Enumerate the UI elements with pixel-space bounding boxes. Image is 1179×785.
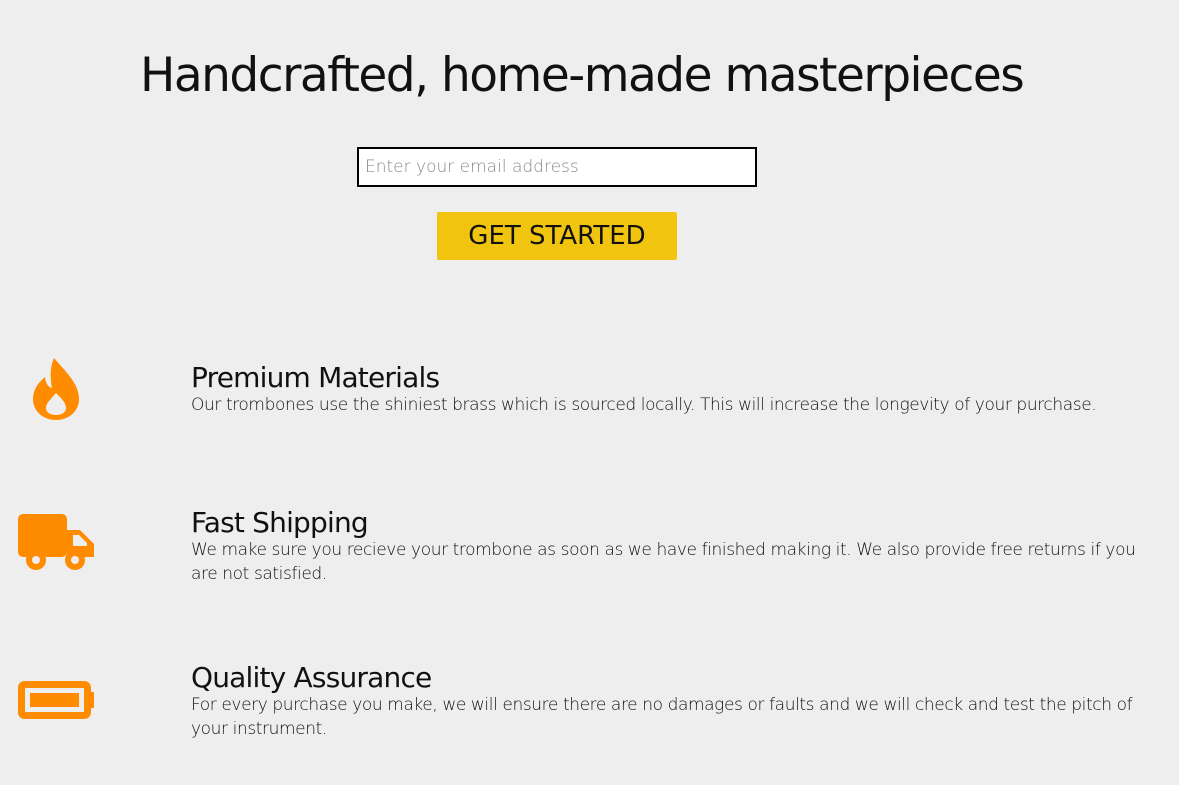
feature-description: Our trombones use the shiniest brass whi…: [191, 395, 1097, 415]
truck-icon: [17, 511, 95, 575]
feature-text: Fast Shipping We make sure you recieve y…: [191, 508, 1163, 586]
email-field[interactable]: [357, 147, 757, 187]
feature-text: Quality Assurance For every purchase you…: [191, 663, 1163, 741]
feature-title: Premium Materials: [191, 361, 440, 394]
feature-text: Premium Materials Our trombones use the …: [191, 363, 1163, 417]
feature-title: Quality Assurance: [191, 661, 432, 694]
feature-description: For every purchase you make, we will ens…: [191, 695, 1133, 739]
feature-description: We make sure you recieve your trombone a…: [191, 540, 1136, 584]
get-started-button[interactable]: GET STARTED: [437, 212, 677, 260]
fire-icon: [17, 356, 95, 420]
page-title: Handcrafted, home-made masterpieces: [140, 48, 1025, 103]
battery-full-icon: [17, 668, 95, 732]
feature-title: Fast Shipping: [191, 506, 369, 539]
